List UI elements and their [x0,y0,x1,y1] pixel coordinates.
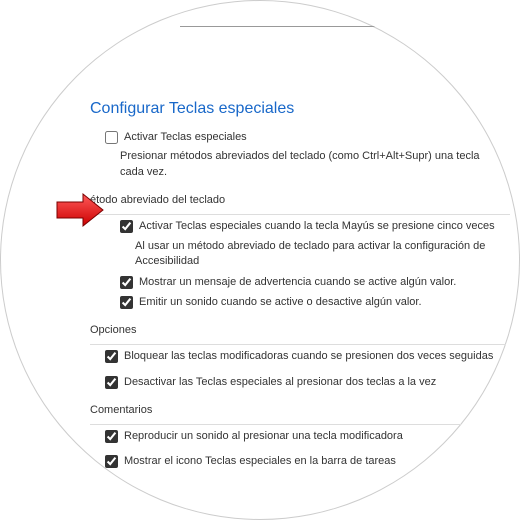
play-sound-row[interactable]: Reproducir un sonido al presionar una te… [105,429,500,444]
shortcut-activate-label: Activar Teclas especiales cuando la tecl… [139,219,495,234]
play-sound-checkbox[interactable] [105,430,118,443]
divider-top [180,26,410,27]
activate-sticky-checkbox[interactable] [105,131,118,144]
divider [90,214,510,215]
options-heading: Opciones [90,324,500,336]
warn-checkbox[interactable] [120,276,133,289]
shortcut-activate-checkbox[interactable] [120,220,133,233]
show-icon-label: Mostrar el icono Teclas especiales en la… [124,454,396,469]
sound-label: Emitir un sonido cuando se active o desa… [139,295,422,310]
activate-sticky-row[interactable]: Activar Teclas especiales [105,130,500,145]
viewport-mask: Configurar Teclas especiales Activar Tec… [0,0,520,520]
feedback-heading: Comentarios [90,404,500,416]
shortcut-activate-row[interactable]: Activar Teclas especiales cuando la tecl… [120,219,500,234]
play-sound-label: Reproducir un sonido al presionar una te… [124,429,403,444]
sound-checkbox[interactable] [120,296,133,309]
show-icon-checkbox[interactable] [105,455,118,468]
lock-label: Bloquear las teclas modificadoras cuando… [124,349,493,364]
warn-row[interactable]: Mostrar un mensaje de advertencia cuando… [120,275,500,290]
disable-row[interactable]: Desactivar las Teclas especiales al pres… [105,375,500,390]
activate-sticky-label: Activar Teclas especiales [124,130,247,145]
disable-label: Desactivar las Teclas especiales al pres… [124,375,436,390]
warn-label: Mostrar un mensaje de advertencia cuando… [139,275,456,290]
activate-sticky-desc: Presionar métodos abreviados del teclado… [120,149,500,180]
show-icon-row[interactable]: Mostrar el icono Teclas especiales en la… [105,454,500,469]
settings-panel: Configurar Teclas especiales Activar Tec… [60,40,500,474]
sound-row[interactable]: Emitir un sonido cuando se active o desa… [120,295,500,310]
disable-checkbox[interactable] [105,376,118,389]
page-title: Configurar Teclas especiales [90,100,500,118]
highlight-arrow-icon [55,192,105,232]
lock-row[interactable]: Bloquear las teclas modificadoras cuando… [105,349,500,364]
divider [90,344,510,345]
lock-checkbox[interactable] [105,350,118,363]
shortcut-desc: Al usar un método abreviado de teclado p… [135,239,500,270]
shortcut-heading: étodo abreviado del teclado [90,194,500,206]
divider [90,424,510,425]
